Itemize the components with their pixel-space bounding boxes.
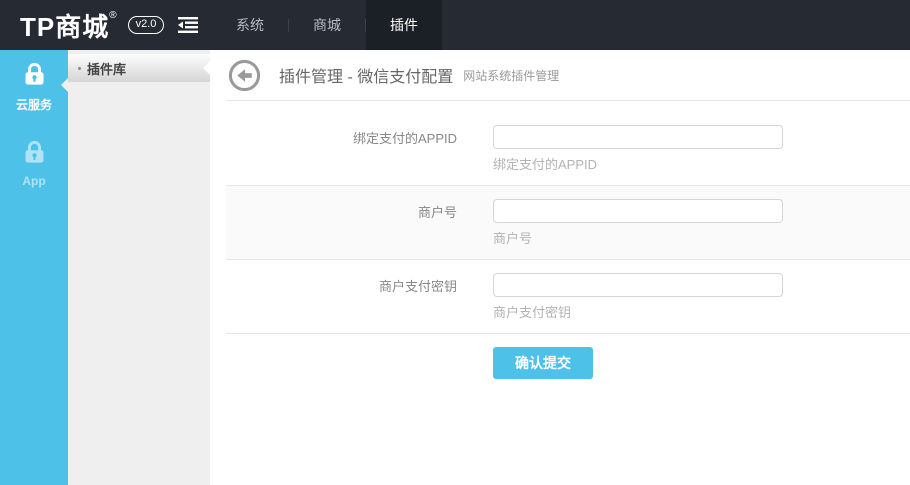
confirm-submit-button[interactable]: 确认提交 <box>493 347 593 379</box>
form-row-merchant-id: 商户号 商户号 <box>226 186 910 260</box>
merchant-id-input[interactable] <box>493 199 783 223</box>
nav-item-system[interactable]: 系统 <box>212 0 288 50</box>
page-subtitle: 网站系统插件管理 <box>463 68 560 83</box>
primary-sidebar: 云服务 App <box>0 50 68 485</box>
appid-field-label: 绑定支付的APPID <box>352 130 457 146</box>
merchant-id-help-text: 商户号 <box>493 231 533 246</box>
appid-input[interactable] <box>493 125 783 149</box>
back-button[interactable] <box>228 59 261 92</box>
merchant-id-field-label: 商户号 <box>417 204 457 220</box>
nav-item-mall[interactable]: 商城 <box>289 0 365 50</box>
sidebar-item-label: 云服务 <box>15 98 52 112</box>
page-title: 插件管理 - 微信支付配置 <box>279 69 454 86</box>
app-logo: TP商城® <box>20 9 118 42</box>
lock-icon <box>21 139 48 171</box>
registered-mark: ® <box>109 9 118 21</box>
bullet-dot-icon <box>78 66 81 70</box>
sidebar-item-cloud-service[interactable]: 云服务 <box>0 61 68 113</box>
main-content: 插件管理 - 微信支付配置 网站系统插件管理 绑定支付的APPID 绑定支付的A… <box>210 50 910 485</box>
pay-key-help-text: 商户支付密钥 <box>493 305 572 320</box>
lock-icon <box>21 61 48 93</box>
submenu-item-plugin-library[interactable]: 插件库 <box>68 54 210 82</box>
nav-item-plugins[interactable]: 插件 <box>366 0 442 50</box>
sidebar-item-app[interactable]: App <box>0 139 68 188</box>
main-nav: 系统 商城 插件 <box>212 0 442 50</box>
version-badge: v2.0 <box>127 15 165 35</box>
appid-help-text: 绑定支付的APPID <box>493 157 598 172</box>
pay-key-field-label: 商户支付密钥 <box>378 278 457 294</box>
form-row-appid: 绑定支付的APPID 绑定支付的APPID <box>226 101 910 186</box>
sidebar-item-label: App <box>22 174 46 188</box>
form-row-pay-key: 商户支付密钥 商户支付密钥 <box>226 260 910 334</box>
submenu-item-label: 插件库 <box>87 61 127 77</box>
pay-key-input[interactable] <box>493 273 783 297</box>
collapse-menu-icon[interactable] <box>178 16 200 34</box>
secondary-sidebar: 插件库 <box>61 50 210 485</box>
page-header: 插件管理 - 微信支付配置 网站系统插件管理 <box>210 50 910 100</box>
active-section-pointer <box>61 78 68 92</box>
form-row-submit: 确认提交 <box>226 334 910 379</box>
logo-area: TP商城® v2.0 <box>0 0 212 50</box>
active-item-pointer <box>203 61 210 75</box>
top-header: TP商城® v2.0 系统 商城 插件 <box>0 0 910 50</box>
